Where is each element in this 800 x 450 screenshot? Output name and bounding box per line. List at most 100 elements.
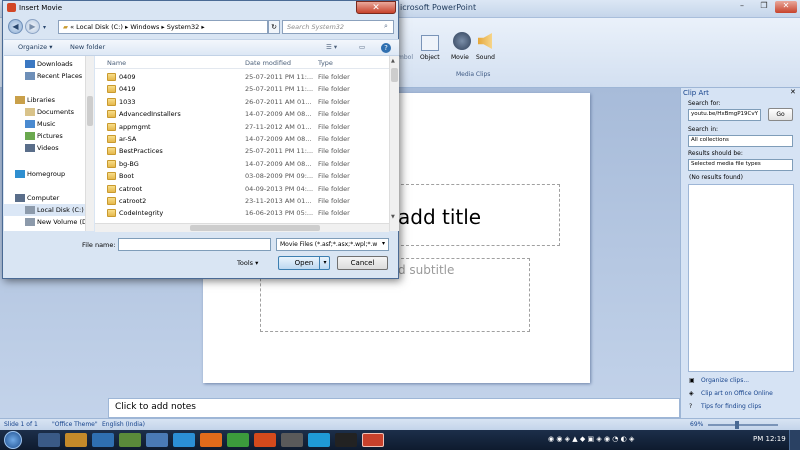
scroll-down-icon[interactable]: ▼: [391, 214, 395, 220]
file-type: File folder: [318, 197, 350, 205]
minimize-button[interactable]: –: [731, 1, 753, 13]
tools-button[interactable]: Tools ▾: [237, 259, 258, 267]
start-button[interactable]: [4, 431, 22, 449]
nav-item[interactable]: New Volume (D: [4, 216, 92, 228]
recorder-icon[interactable]: [335, 433, 357, 447]
file-row[interactable]: 1033 26-07-2011 AM 01... File folder: [95, 96, 389, 108]
zoom-slider[interactable]: [708, 424, 778, 426]
taskbar-app-icon[interactable]: [38, 433, 60, 447]
nav-item[interactable]: Documents: [4, 106, 92, 118]
file-row[interactable]: BestPractices 25-07-2011 PM 11:... File fo…: [95, 145, 389, 157]
file-row[interactable]: appmgmt 27-11-2012 AM 01... File folder: [95, 121, 389, 133]
column-type[interactable]: Type: [318, 59, 333, 67]
results-area[interactable]: [688, 184, 794, 372]
back-button[interactable]: ◀: [8, 19, 23, 34]
ribbon-item-movie[interactable]: Movie: [451, 54, 469, 61]
horizontal-scrollbar[interactable]: [95, 223, 389, 232]
file-row[interactable]: 0419 25-07-2011 PM 11:... File folder: [95, 83, 389, 95]
close-icon[interactable]: ✕: [356, 1, 396, 14]
breadcrumb-local-disk[interactable]: Local Disk (C:): [76, 23, 123, 31]
organize-clips-link[interactable]: Organize clips...: [701, 377, 749, 384]
file-row[interactable]: Boot 03-08-2009 PM 09:... File folder: [95, 170, 389, 182]
firefox-icon[interactable]: [200, 433, 222, 447]
file-row[interactable]: catroot2 23-11-2013 AM 01... File folder: [95, 195, 389, 207]
file-list-scrollbar[interactable]: ▲ ▼: [389, 56, 399, 231]
breadcrumb-windows[interactable]: Windows: [130, 23, 159, 31]
taskbar-app-icon[interactable]: [146, 433, 168, 447]
file-row[interactable]: catroot 04-09-2013 PM 04:... File folder: [95, 183, 389, 195]
ie-icon[interactable]: [173, 433, 195, 447]
file-type-select[interactable]: Movie Files (*.asf;*.asx;*.wpl;*.w: [276, 238, 389, 251]
search-for-input[interactable]: youtu.be/HxBmgP19CvY: [688, 109, 761, 121]
history-dropdown-icon[interactable]: ▾: [43, 24, 46, 31]
clock[interactable]: PM 12:19: [753, 435, 786, 443]
ribbon-item-object[interactable]: Object: [420, 54, 440, 61]
search-input[interactable]: Search System32: [282, 20, 394, 34]
chevron-down-icon[interactable]: ▾: [319, 257, 330, 269]
file-type: File folder: [318, 135, 350, 143]
file-row[interactable]: CodeIntegrity 16-06-2013 PM 05:... File fo…: [95, 207, 389, 219]
help-icon[interactable]: ?: [381, 43, 391, 53]
scroll-up-icon[interactable]: ▲: [391, 58, 395, 64]
file-row[interactable]: AdvancedInstallers 14-07-2009 AM 08... Fil…: [95, 108, 389, 120]
skype-icon[interactable]: [308, 433, 330, 447]
organize-button[interactable]: Organize ▾: [18, 43, 52, 51]
nav-item[interactable]: Libraries: [4, 94, 92, 106]
refresh-icon[interactable]: ↻: [268, 20, 280, 34]
taskbar-app-icon[interactable]: [281, 433, 303, 447]
view-options-icon[interactable]: ☰ ▾: [326, 43, 337, 51]
show-desktop-button[interactable]: [789, 430, 800, 450]
close-icon[interactable]: ✕: [775, 1, 797, 13]
nav-item[interactable]: Homegroup: [4, 168, 92, 180]
search-for-label: Search for:: [688, 100, 721, 107]
file-row[interactable]: bg-BG 14-07-2009 AM 08... File folder: [95, 158, 389, 170]
zoom-level[interactable]: 69%: [690, 421, 703, 428]
taskbar-folder-icon[interactable]: [65, 433, 87, 447]
ribbon-item-sound[interactable]: Sound: [476, 54, 495, 61]
go-button[interactable]: Go: [768, 108, 793, 121]
notes-pane[interactable]: Click to add notes: [108, 398, 680, 418]
chrome-icon[interactable]: [227, 433, 249, 447]
search-in-select[interactable]: All collections: [688, 135, 793, 147]
open-button[interactable]: Open ▾: [278, 256, 330, 270]
zoom-slider-thumb[interactable]: [735, 421, 739, 429]
taskbar-app-icon[interactable]: [119, 433, 141, 447]
pane-close-icon[interactable]: ✕: [790, 88, 796, 96]
nav-item[interactable]: Downloads: [4, 58, 92, 70]
file-row[interactable]: ar-SA 14-07-2009 AM 08... File folder: [95, 133, 389, 145]
maximize-button[interactable]: ❐: [753, 1, 775, 13]
column-date-modified[interactable]: Date modified: [245, 59, 291, 67]
nav-item[interactable]: Music: [4, 118, 92, 130]
command-bar: Organize ▾ New folder ☰ ▾ ▭ ?: [4, 39, 399, 56]
preview-pane-icon[interactable]: ▭: [359, 43, 365, 51]
address-bar[interactable]: ▰ « Local Disk (C:) ▸ Windows ▸ System32…: [58, 20, 268, 34]
nav-item[interactable]: Pictures: [4, 130, 92, 142]
forward-button[interactable]: ▶: [25, 19, 40, 34]
nav-item[interactable]: Videos: [4, 142, 92, 154]
language[interactable]: English (India): [102, 421, 145, 428]
powerpoint-active-icon[interactable]: [362, 433, 384, 447]
nav-item[interactable]: Local Disk (C:): [4, 204, 92, 216]
clip-art-online-link[interactable]: Clip art on Office Online: [701, 390, 773, 397]
results-select[interactable]: Selected media file types: [688, 159, 793, 171]
chevron-double-left-icon[interactable]: «: [70, 23, 74, 31]
tips-link[interactable]: Tips for finding clips: [701, 403, 761, 410]
chevron-down-icon[interactable]: ▾: [382, 240, 385, 247]
nav-item[interactable]: Computer: [4, 192, 92, 204]
file-row[interactable]: 0409 25-07-2011 PM 11:... File folder: [95, 71, 389, 83]
file-name-input[interactable]: [118, 238, 271, 251]
nav-scrollbar[interactable]: [85, 56, 94, 231]
clip-art-title: Clip Art: [683, 89, 709, 97]
nav-scrollbar-thumb[interactable]: [87, 96, 93, 126]
chevron-right-icon[interactable]: ▸: [201, 23, 204, 31]
nav-item[interactable]: Recent Places: [4, 70, 92, 82]
cancel-button[interactable]: Cancel: [337, 256, 388, 270]
powerpoint-icon[interactable]: [254, 433, 276, 447]
horizontal-scrollbar-thumb[interactable]: [190, 225, 320, 231]
breadcrumb-system32[interactable]: System32: [167, 23, 200, 31]
column-name[interactable]: Name: [107, 59, 126, 67]
taskbar-app-icon[interactable]: [92, 433, 114, 447]
new-folder-button[interactable]: New folder: [70, 43, 105, 51]
ribbon-item-symbol[interactable]: mbol: [398, 54, 413, 61]
file-list-scrollbar-thumb[interactable]: [391, 68, 398, 82]
